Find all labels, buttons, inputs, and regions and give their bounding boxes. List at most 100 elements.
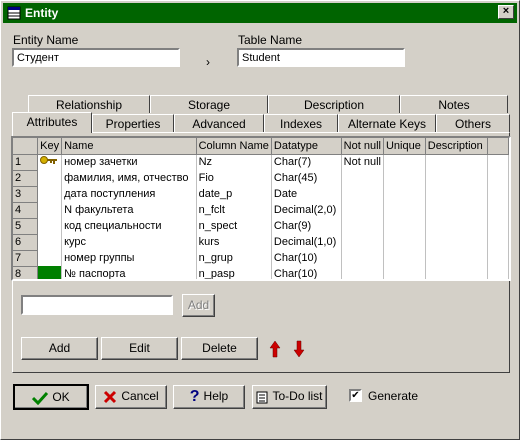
table-row[interactable]: 8 № паспорта n_pasp Char(10) [13, 266, 509, 279]
delete-button[interactable]: Delete [181, 337, 258, 360]
help-button[interactable]: ? Help [173, 385, 245, 409]
attribute-name-cell[interactable]: код специальности [61, 218, 197, 234]
entity-name-input[interactable]: Студент [12, 48, 180, 67]
column-name-cell[interactable]: n_grup [196, 250, 272, 266]
description-cell[interactable] [425, 170, 488, 186]
column-name-cell[interactable]: kurs [196, 234, 272, 250]
not-null-cell[interactable] [341, 170, 384, 186]
not-null-cell[interactable] [341, 218, 384, 234]
tab-relationship[interactable]: Relationship [28, 95, 150, 113]
column-name-cell[interactable]: n_fclt [196, 202, 272, 218]
col-header-column-name[interactable]: Column Name [196, 138, 272, 155]
key-cell[interactable] [37, 266, 63, 279]
attribute-name-cell[interactable]: № паспорта [61, 266, 197, 279]
ok-button[interactable]: OK [13, 384, 89, 410]
datatype-cell[interactable]: Char(9) [271, 218, 342, 234]
unique-cell[interactable] [383, 218, 426, 234]
table-row[interactable]: 4 N факультета n_fclt Decimal(2,0) [13, 202, 509, 219]
tab-storage[interactable]: Storage [150, 95, 268, 113]
col-header-description[interactable]: Description [425, 138, 488, 155]
datatype-cell[interactable]: Date [271, 186, 342, 202]
unique-cell[interactable] [383, 266, 426, 279]
attribute-name-cell[interactable]: фамилия, имя, отчество [61, 170, 197, 186]
not-null-cell[interactable] [341, 266, 384, 279]
tab-attributes[interactable]: Attributes [12, 112, 92, 133]
table-row[interactable]: 3 дата поступления date_p Date [13, 186, 509, 203]
key-cell[interactable] [37, 234, 63, 250]
column-name-cell[interactable]: Fio [196, 170, 272, 186]
key-cell[interactable] [37, 218, 63, 234]
filler-cell [487, 202, 509, 218]
not-null-cell[interactable] [341, 250, 384, 266]
col-header-key[interactable]: Key [37, 138, 63, 155]
table-row[interactable]: 1 номер зачетки Nz Char(7) Not null [13, 154, 509, 171]
new-attribute-input[interactable] [21, 295, 173, 315]
description-cell[interactable] [425, 186, 488, 202]
datatype-cell[interactable]: Char(10) [271, 266, 342, 279]
not-null-cell[interactable]: Not null [341, 154, 384, 170]
datatype-cell[interactable]: Decimal(2,0) [271, 202, 342, 218]
header-filler [487, 138, 509, 155]
description-cell[interactable] [425, 250, 488, 266]
attribute-name-cell[interactable]: курс [61, 234, 197, 250]
not-null-cell[interactable] [341, 234, 384, 250]
column-name-cell[interactable]: date_p [196, 186, 272, 202]
col-header-unique[interactable]: Unique [383, 138, 426, 155]
unique-cell[interactable] [383, 250, 426, 266]
add-attribute-button[interactable]: Add [182, 294, 215, 317]
table-row[interactable]: 7 номер группы n_grup Char(10) [13, 250, 509, 267]
attributes-grid[interactable]: Key Name Column Name Datatype Not null U… [11, 136, 511, 281]
move-down-icon[interactable] [293, 340, 305, 358]
edit-button[interactable]: Edit [101, 337, 178, 360]
column-name-cell[interactable]: n_pasp [196, 266, 272, 279]
unique-cell[interactable] [383, 202, 426, 218]
attribute-name-cell[interactable]: дата поступления [61, 186, 197, 202]
column-name-cell[interactable]: n_spect [196, 218, 272, 234]
col-header-datatype[interactable]: Datatype [271, 138, 342, 155]
description-cell[interactable] [425, 266, 488, 279]
tab-alternate-keys[interactable]: Alternate Keys [338, 114, 436, 132]
attribute-name-cell[interactable]: номер зачетки [61, 154, 197, 170]
primary-key-icon [40, 155, 58, 164]
key-cell[interactable] [37, 250, 63, 266]
description-cell[interactable] [425, 202, 488, 218]
col-header-not-null[interactable]: Not null [341, 138, 384, 155]
tab-others[interactable]: Others [436, 114, 510, 132]
unique-cell[interactable] [383, 170, 426, 186]
key-cell[interactable] [37, 154, 63, 170]
datatype-cell[interactable]: Char(10) [271, 250, 342, 266]
todo-list-button[interactable]: To-Do list [252, 385, 327, 409]
not-null-cell[interactable] [341, 186, 384, 202]
key-cell[interactable] [37, 170, 63, 186]
cancel-button[interactable]: Cancel [95, 385, 167, 409]
tab-indexes[interactable]: Indexes [264, 114, 338, 132]
datatype-cell[interactable]: Char(7) [271, 154, 342, 170]
col-header-name[interactable]: Name [61, 138, 197, 155]
attribute-name-cell[interactable]: номер группы [61, 250, 197, 266]
attribute-name-cell[interactable]: N факультета [61, 202, 197, 218]
description-cell[interactable] [425, 234, 488, 250]
table-row[interactable]: 6 курс kurs Decimal(1,0) [13, 234, 509, 251]
table-row[interactable]: 2 фамилия, имя, отчество Fio Char(45) [13, 170, 509, 187]
table-row[interactable]: 5 код специальности n_spect Char(9) [13, 218, 509, 235]
column-name-cell[interactable]: Nz [196, 154, 272, 170]
datatype-cell[interactable]: Decimal(1,0) [271, 234, 342, 250]
table-name-input[interactable]: Student [237, 48, 405, 67]
description-cell[interactable] [425, 154, 488, 170]
not-null-cell[interactable] [341, 202, 384, 218]
close-button[interactable]: × [498, 5, 514, 19]
key-cell[interactable] [37, 202, 63, 218]
tab-advanced[interactable]: Advanced [174, 114, 264, 132]
unique-cell[interactable] [383, 154, 426, 170]
tab-notes[interactable]: Notes [400, 95, 508, 113]
datatype-cell[interactable]: Char(45) [271, 170, 342, 186]
unique-cell[interactable] [383, 186, 426, 202]
add-button[interactable]: Add [21, 337, 98, 360]
move-up-icon[interactable] [269, 340, 281, 358]
generate-checkbox[interactable]: ✔ [349, 389, 362, 402]
tab-properties[interactable]: Properties [92, 114, 174, 132]
key-cell[interactable] [37, 186, 63, 202]
unique-cell[interactable] [383, 234, 426, 250]
description-cell[interactable] [425, 218, 488, 234]
tab-description[interactable]: Description [268, 95, 400, 113]
